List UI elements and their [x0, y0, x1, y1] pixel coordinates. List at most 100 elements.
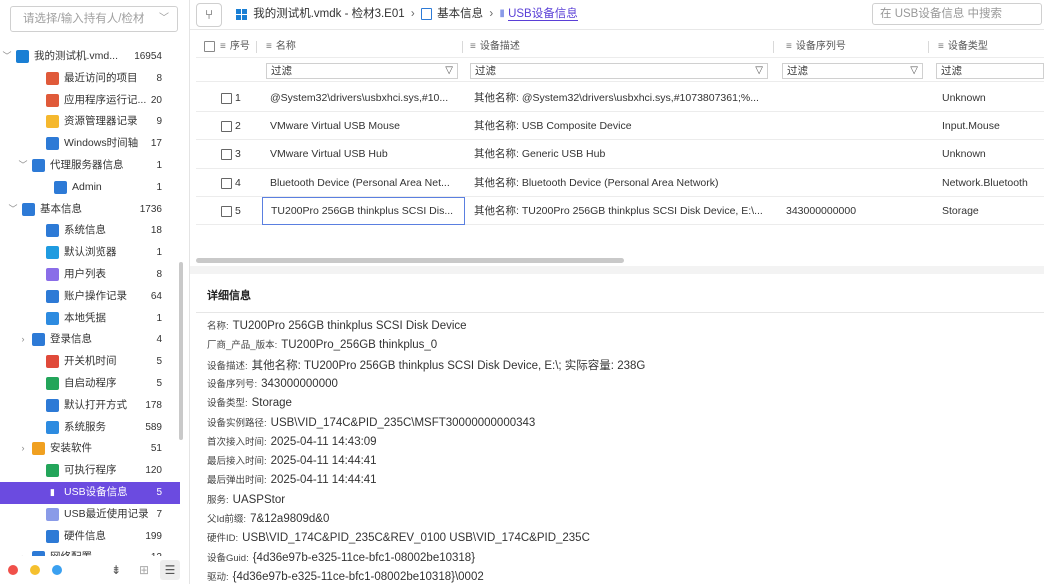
sidebar-item[interactable]: ﹀ 基本信息 1736 [0, 199, 180, 221]
filter-icon[interactable]: ▽ [445, 64, 453, 78]
sidebar-item[interactable]: 系统信息 18 [0, 220, 180, 242]
filter-icon[interactable]: ▽ [910, 64, 918, 78]
desc-filter-input[interactable]: 过滤 ▽ [470, 63, 768, 79]
table-row[interactable]: 2 VMware Virtual USB Mouse 其他名称: USB Compo… [196, 112, 1044, 141]
cell-index: 4 [235, 176, 241, 189]
panel-divider[interactable] [190, 266, 1044, 274]
chevron-down-icon[interactable]: ﹀ [8, 199, 18, 221]
chevron-right-icon[interactable]: › [18, 438, 28, 460]
sidebar-item[interactable]: ▮ USB设备信息 5 [0, 481, 180, 504]
app-window: 请选择/输入持有人/检材 ﹀ ﹀ 我的测试机.vmd... 16954 最近访问的项目… [0, 0, 1044, 584]
cell-name: VMware Virtual USB Mouse [270, 120, 400, 133]
usb-device-table: ≡ 序号 ≡ 名称 ≡ 设备描述 ≡ 设备序列号 ≡ 设备类型 过滤 ▽ 过滤 ▽ 过滤 ▽ 过… [196, 36, 1044, 266]
sidebar-item[interactable]: Admin 1 [0, 177, 180, 199]
chevron-down-icon[interactable]: ﹀ [159, 7, 169, 31]
sidebar-item-label: 开关机时间 [64, 355, 117, 368]
row-checkbox[interactable] [221, 149, 232, 161]
top-bar: ⑂ 我的测试机.vmdk - 检材3.E01 › 基本信息 › ▮ USB设备信… [190, 0, 1044, 30]
sidebar-item[interactable]: 自启动程序 5 [0, 373, 180, 395]
table-row[interactable]: 5 TU200Pro 256GB thinkplus SCSI Dis... 其他名… [196, 196, 1044, 225]
sidebar-item[interactable]: 本地凭据 1 [0, 308, 180, 330]
sidebar-item[interactable]: 应用程序运行记... 20 [0, 90, 180, 112]
sidebar-item-count: 4 [156, 334, 162, 346]
cell-desc: 其他名称: TU200Pro 256GB thinkplus SCSI Disk… [474, 204, 763, 217]
breadcrumb-current[interactable]: USB设备信息 [508, 8, 578, 21]
usb-icon [46, 507, 59, 521]
type-filter-input[interactable]: 过滤 [936, 63, 1044, 79]
select-all-checkbox[interactable] [204, 41, 215, 52]
filter-icon[interactable]: ▽ [755, 64, 763, 78]
sidebar-item-label: 硬件信息 [64, 529, 106, 542]
sidebar-item[interactable]: 硬件信息 199 [0, 526, 180, 548]
table-row[interactable]: 4 Bluetooth Device (Personal Area Net... 其… [196, 169, 1044, 197]
sidebar-item[interactable]: 资源管理器记录 9 [0, 111, 180, 133]
collapse-icon[interactable]: ⇟ [106, 560, 126, 580]
folder-icon [46, 115, 59, 129]
sidebar-item[interactable]: 用户列表 8 [0, 264, 180, 286]
sidebar-item[interactable]: 默认打开方式 178 [0, 395, 180, 417]
cell-type: Storage [942, 204, 979, 217]
detail-field-key: 设备实例路径: [207, 417, 267, 429]
detail-field-value: 2025-04-11 14:43:09 [270, 435, 377, 448]
cell-name: TU200Pro 256GB thinkplus SCSI Dis... [262, 196, 465, 225]
sidebar-item-label: USB最近使用记录 [64, 507, 149, 520]
cell-index: 3 [235, 148, 241, 161]
row-checkbox[interactable] [221, 205, 232, 217]
breadcrumb-separator: › [410, 8, 415, 20]
table-hscrollbar[interactable] [196, 258, 624, 263]
sidebar-item[interactable]: › 登录信息 4 [0, 329, 180, 351]
detail-field-value: 2025-04-11 14:44:41 [270, 455, 377, 468]
column-divider[interactable] [256, 41, 257, 53]
sidebar-scrollbar[interactable] [179, 262, 183, 440]
branch-icon[interactable]: ⑂ [196, 3, 222, 27]
breadcrumb-root[interactable]: 我的测试机.vmdk - 检材3.E01 [253, 8, 404, 20]
column-header-index[interactable]: ≡ 序号 [220, 36, 250, 58]
sidebar-item[interactable]: 默认浏览器 1 [0, 242, 180, 264]
red-status-dot [8, 565, 18, 575]
detail-field: 硬件ID: USB\VID_174C&PID_235C&REV_0100 USB\… [207, 530, 590, 544]
sidebar-item[interactable]: 最近访问的项目 8 [0, 68, 180, 90]
chevron-down-icon[interactable]: ﹀ [18, 155, 28, 177]
chevron-right-icon[interactable]: › [18, 329, 28, 351]
chevron-down-icon[interactable]: ﹀ [2, 46, 12, 68]
serial-filter-input[interactable]: 过滤 ▽ [782, 63, 923, 79]
evidence-select[interactable]: 请选择/输入持有人/检材 ﹀ [10, 6, 178, 32]
sidebar-item-label: 用户列表 [64, 267, 106, 280]
row-checkbox[interactable] [221, 121, 232, 133]
sidebar-item[interactable]: 账户操作记录 64 [0, 286, 180, 308]
column-header-desc[interactable]: ≡ 设备描述 [470, 36, 520, 58]
detail-field: 首次接入时间: 2025-04-11 14:43:09 [207, 434, 377, 448]
row-checkbox[interactable] [221, 93, 232, 104]
column-header-serial[interactable]: ≡ 设备序列号 [786, 36, 846, 58]
cell-index: 2 [235, 120, 241, 133]
column-divider[interactable] [928, 41, 929, 53]
grid-view-icon[interactable]: ⊞ [134, 560, 154, 580]
sidebar-item[interactable]: ﹀ 代理服务器信息 1 [0, 155, 180, 177]
sidebar-item-count: 199 [145, 530, 162, 542]
name-filter-input[interactable]: 过滤 ▽ [266, 63, 458, 79]
sidebar-item[interactable]: ﹀ 我的测试机.vmd... 16954 [0, 46, 180, 68]
table-row[interactable]: 3 VMware Virtual USB Hub 其他名称: Generic USB… [196, 140, 1044, 169]
list-view-icon[interactable]: ☰ [160, 560, 180, 580]
row-checkbox[interactable] [221, 177, 232, 189]
breadcrumb-parent[interactable]: 基本信息 [437, 8, 483, 20]
sidebar-item[interactable]: 开关机时间 5 [0, 351, 180, 373]
detail-field: 名称: TU200Pro 256GB thinkplus SCSI Disk De… [207, 318, 467, 332]
search-input[interactable]: 在 USB设备信息 中搜索 [872, 3, 1042, 25]
sidebar-item[interactable]: › 安装软件 51 [0, 438, 180, 460]
column-header-type[interactable]: ≡ 设备类型 [938, 36, 988, 58]
breadcrumb-separator: › [489, 8, 494, 20]
detail-field: 最后接入时间: 2025-04-11 14:44:41 [207, 453, 377, 467]
column-divider[interactable] [773, 41, 774, 53]
sidebar-item[interactable]: USB最近使用记录 7 [0, 504, 180, 526]
column-divider[interactable] [462, 41, 463, 53]
evidence-select-placeholder: 请选择/输入持有人/检材 [23, 13, 145, 25]
detail-field: 服务: UASPStor [207, 492, 285, 506]
sidebar-item[interactable]: 可执行程序 120 [0, 460, 180, 482]
nav-tree: ﹀ 我的测试机.vmd... 16954 最近访问的项目 8 应用程序运行记... 20 资源… [0, 46, 180, 569]
column-header-name[interactable]: ≡ 名称 [266, 36, 296, 58]
sidebar-item-count: 20 [150, 94, 162, 106]
sidebar-item[interactable]: 系统服务 589 [0, 417, 180, 439]
table-row[interactable]: 1 @System32\drivers\usbxhci.sys,#10... 其他名… [196, 84, 1044, 113]
sidebar-item[interactable]: Windows时间轴 17 [0, 133, 180, 155]
